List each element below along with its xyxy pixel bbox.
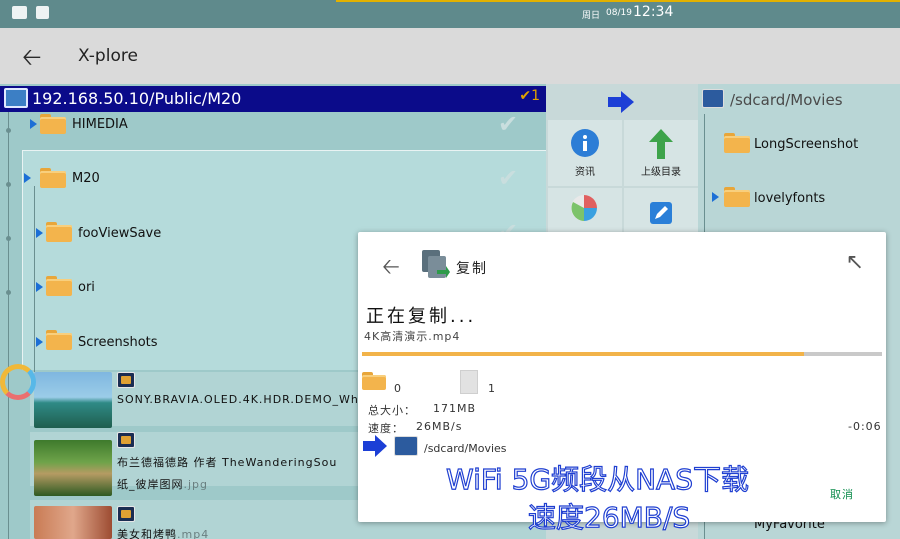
copy-icon [422, 250, 450, 278]
left-path-bar[interactable]: 192.168.50.10/Public/M20 ✔1 [0, 86, 546, 112]
parent-directory-label: 上级目录 [641, 167, 681, 178]
status-accent-line [336, 0, 900, 2]
file-name[interactable]: 美女和烤鸭.mp4 [117, 526, 209, 539]
folder-icon [724, 187, 750, 207]
info-button[interactable]: 资讯 [548, 120, 622, 186]
file-name[interactable]: SONY.BRAVIA.OLED.4K.HDR.DEMO_Whale [117, 393, 378, 406]
info-label: 资讯 [575, 167, 595, 178]
folder-lovelyfonts[interactable]: lovelyfonts [754, 191, 825, 206]
destination-path: /sdcard/Movies [424, 442, 507, 455]
select-check-icon[interactable]: ✔ [498, 164, 518, 192]
file-count-icon [460, 370, 478, 394]
select-check-icon[interactable]: ✔ [498, 110, 518, 138]
status-time: 12:34 [633, 4, 674, 20]
destination-folder-icon [394, 436, 418, 456]
info-icon [571, 129, 599, 157]
marked-check-icon: ✔1 [519, 88, 540, 104]
cancel-button[interactable]: 取消 [830, 486, 854, 502]
collapse-arrow-icon[interactable] [24, 173, 31, 183]
app-title: X-plore [78, 46, 138, 66]
folder-longscreenshot[interactable]: LongScreenshot [754, 137, 858, 152]
tree-dot [6, 128, 11, 133]
folder-fooviewsave[interactable]: fooViewSave [78, 226, 161, 241]
status-bar: 周日 08/19 12:34 [0, 0, 900, 28]
network-computer-icon [4, 88, 28, 108]
minimize-dialog-icon[interactable]: ↖ [846, 250, 864, 275]
image-notification-icon [12, 6, 27, 19]
tree-dot [6, 290, 11, 295]
image-thumbnail [34, 440, 112, 496]
expand-arrow-icon[interactable] [36, 337, 43, 347]
copy-status-heading: 正在复制... [366, 306, 477, 327]
document-notification-icon [36, 6, 49, 19]
folder-icon [40, 114, 66, 134]
right-path-bar[interactable]: /sdcard/Movies [698, 86, 900, 114]
app-bar: 🡠 X-plore [0, 28, 900, 84]
marked-count: 1 [531, 88, 540, 104]
video-thumbnail [34, 372, 112, 428]
left-path-text: 192.168.50.10/Public/M20 [32, 89, 242, 108]
status-date: 08/19 [606, 8, 632, 18]
loading-spinner-icon [0, 364, 36, 400]
overlay-caption-line1: WiFi 5G频段从NAS下载 [445, 462, 749, 496]
folder-icon [46, 276, 72, 296]
expand-arrow-icon[interactable] [36, 228, 43, 238]
folder-icon [46, 222, 72, 242]
file-ext: .mp4 [177, 528, 210, 539]
tree-dot [6, 182, 11, 187]
video-thumbnail [34, 506, 112, 539]
expand-arrow-icon[interactable] [712, 192, 719, 202]
total-size-value: 171MB [433, 402, 477, 415]
folder-ori[interactable]: ori [78, 280, 95, 295]
pie-chart-icon [571, 195, 597, 221]
edit-icon [650, 202, 672, 224]
dialog-back-icon[interactable]: 🡠 [382, 250, 400, 288]
watermark: 值 什么值得买 [730, 502, 800, 515]
destination-arrow-icon [363, 435, 387, 457]
folder-himedia[interactable]: HIMEDIA [72, 117, 128, 132]
image-file-icon [117, 432, 135, 448]
back-arrow-icon[interactable]: 🡠 [22, 40, 41, 81]
tree-dot [6, 236, 11, 241]
copy-progress-bar [362, 352, 882, 356]
dialog-title: 复制 [456, 261, 488, 277]
overlay-caption-line2: 速度26MB/S [527, 500, 691, 534]
folder-icon [46, 330, 72, 350]
status-day: 周日 [582, 11, 601, 21]
up-folder-icon [649, 129, 673, 159]
folder-screenshots[interactable]: Screenshots [78, 335, 158, 350]
copy-progress-fill [362, 352, 804, 356]
speed-value: 26MB/s [416, 420, 463, 433]
tree-line [8, 112, 9, 539]
folder-icon [724, 133, 750, 153]
file-name-continued[interactable]: 纸_彼岸图网.jpg [117, 476, 208, 492]
remaining-time: -0:06 [848, 420, 882, 433]
expand-arrow-icon[interactable] [30, 119, 37, 129]
file-name[interactable]: 布兰德福德路 作者 TheWanderingSou [117, 454, 337, 470]
copy-direction-arrow-icon [608, 91, 634, 113]
tree-line [34, 186, 35, 376]
total-size-label: 总大小： [368, 404, 416, 417]
folder-icon [40, 168, 66, 188]
parent-directory-button[interactable]: 上级目录 [624, 120, 698, 186]
folders-count: 0 [394, 382, 402, 395]
expand-arrow-icon[interactable] [36, 282, 43, 292]
copy-file-name: 4K高清演示.mp4 [364, 330, 461, 343]
video-file-icon [117, 506, 135, 522]
files-count: 1 [488, 382, 496, 395]
folder-count-icon [362, 372, 386, 390]
right-path-text: /sdcard/Movies [730, 91, 843, 109]
video-file-icon [117, 372, 135, 388]
file-ext: .jpg [183, 478, 209, 491]
folder-m20[interactable]: M20 [72, 171, 100, 186]
sdcard-icon [702, 89, 724, 108]
